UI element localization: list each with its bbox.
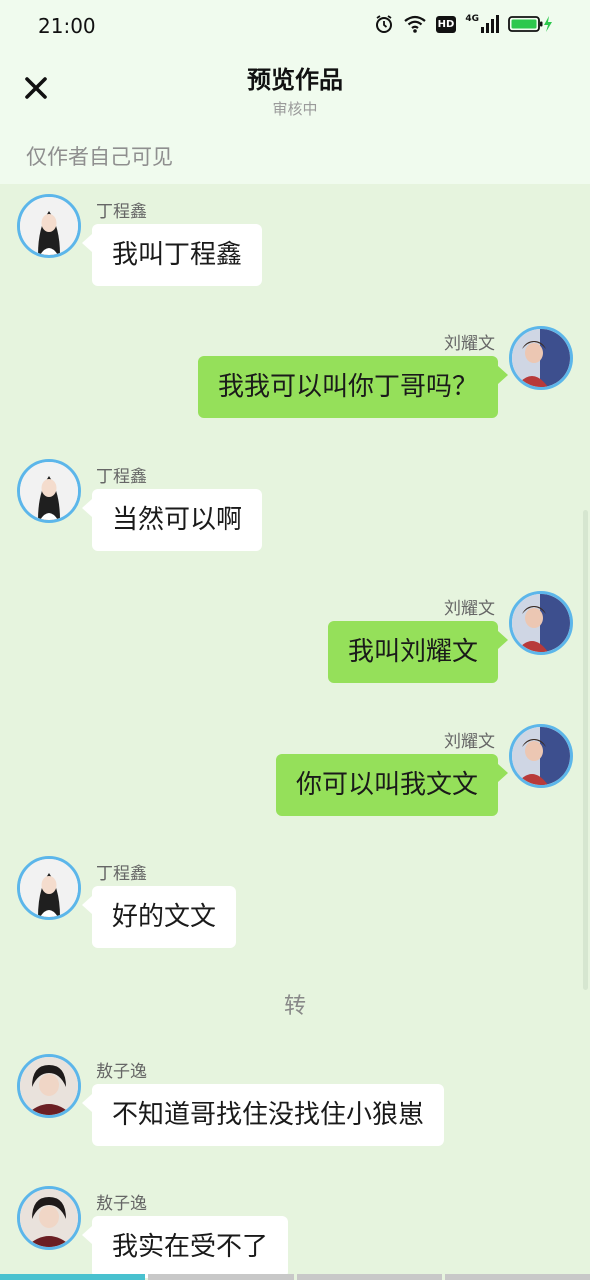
avatar-portrait [512,727,570,785]
avatar-portrait [512,329,570,387]
liu-avatar[interactable] [509,591,573,655]
sender-name: 刘耀文 [444,732,495,752]
avatar-portrait [20,859,78,917]
top-bar: 21:00 HD 4G 预览作品 审核中 仅作者自己可见 [0,0,590,184]
ding-avatar[interactable] [17,856,81,920]
message-bubble[interactable]: 我叫刘耀文 [327,621,509,683]
message-bubble[interactable]: 当然可以啊 [81,489,263,551]
liu-avatar[interactable] [509,724,573,788]
avatar-portrait [20,1057,78,1115]
ao-avatar[interactable] [17,1054,81,1118]
message-bubble[interactable]: 我实在受不了 [81,1216,289,1278]
sender-name: 丁程鑫 [96,864,147,884]
scrollbar[interactable] [583,510,588,990]
ding-avatar[interactable] [17,459,81,523]
message-bubble[interactable]: 你可以叫我文文 [275,754,509,816]
sender-name: 丁程鑫 [96,202,147,222]
sender-name: 刘耀文 [444,334,495,354]
chat-area[interactable]: 丁程鑫 我叫丁程鑫 刘耀文 我我可以叫你丁哥吗？ 丁程鑫 当然可以啊 刘耀文 我… [0,184,590,1278]
visibility-note: 仅作者自己可见 [26,145,173,169]
avatar-portrait [20,462,78,520]
signal-icon: 4G [465,15,499,33]
battery-charging-icon [508,16,552,32]
avatar-portrait [20,1189,78,1247]
sender-name: 敖子逸 [96,1062,147,1082]
avatar-portrait [20,197,78,255]
alarm-icon [375,15,392,33]
page-title: 预览作品 [247,66,343,94]
avatar-portrait [512,594,570,652]
sender-name: 刘耀文 [444,599,495,619]
scene-transition-label: 转 [283,994,306,1019]
sender-name: 敖子逸 [96,1194,147,1214]
ding-avatar[interactable] [17,194,81,258]
message-bubble[interactable]: 不知道哥找住没找住小狼崽 [81,1084,445,1146]
progress-segment [444,1274,590,1280]
progress-segment [0,1274,146,1280]
hd-icon: HD [435,15,457,33]
message-bubble[interactable]: 我叫丁程鑫 [81,224,263,286]
ao-avatar[interactable] [17,1186,81,1250]
status-time: 21:00 [38,14,96,38]
review-status: 审核中 [272,100,318,118]
progress-segment [296,1274,442,1280]
status-bar: 21:00 HD 4G [0,0,590,52]
message-bubble[interactable]: 我我可以叫你丁哥吗？ [197,356,509,418]
sender-name: 丁程鑫 [96,467,147,487]
network-type-label: 4G [465,14,479,24]
liu-avatar[interactable] [509,326,573,390]
playback-progress[interactable] [0,1274,590,1280]
status-icons: HD 4G [374,14,554,34]
message-bubble[interactable]: 好的文文 [81,886,237,948]
wifi-icon [403,15,426,33]
progress-segment [148,1274,294,1280]
